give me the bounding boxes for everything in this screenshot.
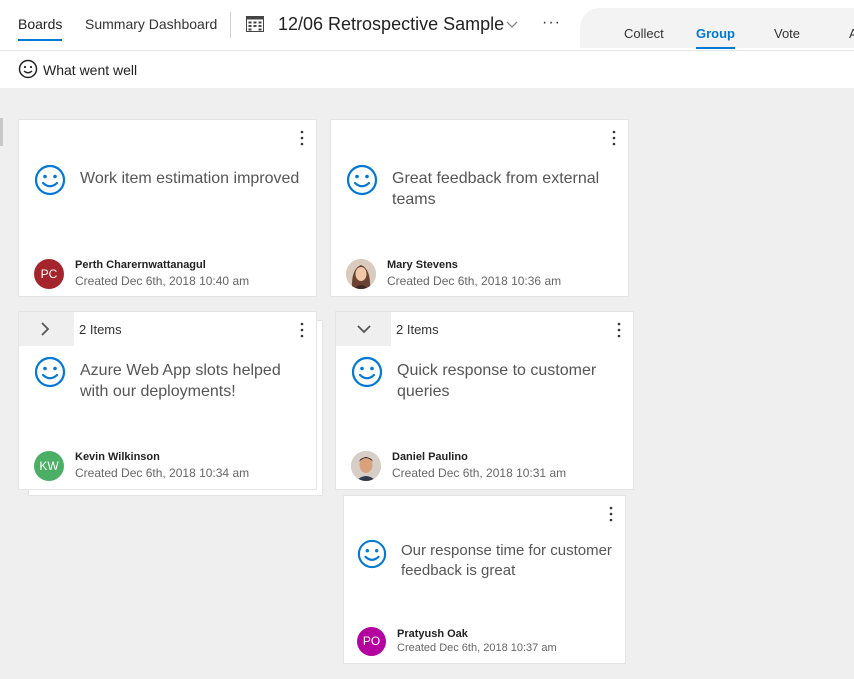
avatar: KW	[34, 451, 64, 481]
column-header: What went well	[0, 50, 854, 88]
smiley-icon	[351, 356, 383, 388]
created-date: Created Dec 6th, 2018 10:34 am	[75, 466, 250, 480]
phase-bar: Collect Group Vote A	[580, 8, 854, 49]
kebab-menu-icon[interactable]	[609, 506, 613, 522]
smiley-icon	[34, 356, 66, 388]
chevron-down-icon[interactable]	[506, 18, 518, 30]
author-name: Kevin Wilkinson	[75, 451, 160, 463]
board-selector-title[interactable]: 12/06 Retrospective Sample	[278, 14, 504, 35]
card-text[interactable]: Great feedback from external teams	[392, 168, 617, 210]
board-icon	[246, 16, 264, 32]
phase-group[interactable]: Group	[696, 26, 735, 49]
grouped-feedback-card[interactable]: 2 Items Quick response to customer queri…	[335, 311, 634, 490]
tab-summary-dashboard[interactable]: Summary Dashboard	[85, 16, 217, 32]
author-name: Pratyush Oak	[397, 628, 468, 640]
tab-boards[interactable]: Boards	[18, 16, 63, 41]
kebab-menu-icon[interactable]	[300, 322, 304, 338]
smiley-icon	[18, 59, 38, 79]
group-item-count: 2 Items	[79, 322, 122, 337]
card-text[interactable]: Quick response to customer queries	[397, 360, 622, 402]
chevron-right-icon	[41, 322, 50, 336]
avatar: PO	[357, 627, 386, 656]
feedback-card[interactable]: Work item estimation improved PC Perth C…	[18, 119, 317, 297]
created-date: Created Dec 6th, 2018 10:31 am	[392, 466, 567, 480]
smiley-icon	[357, 539, 387, 569]
phase-act-label: A	[849, 26, 854, 41]
chevron-down-icon	[357, 325, 371, 334]
active-tab-indicator	[18, 39, 63, 41]
grouped-feedback-card[interactable]: 2 Items Azure Web App slots helped with …	[18, 311, 317, 490]
created-date: Created Dec 6th, 2018 10:36 am	[387, 274, 562, 288]
feedback-card[interactable]: Our response time for customer feedback …	[343, 495, 626, 664]
phase-vote-label: Vote	[774, 26, 801, 41]
tab-boards-label: Boards	[18, 16, 63, 32]
user-photo-icon	[351, 451, 381, 481]
phase-vote[interactable]: Vote	[774, 26, 800, 41]
more-options-button[interactable]: ···	[542, 14, 561, 32]
avatar	[346, 259, 376, 289]
user-photo-icon	[346, 259, 376, 289]
kebab-menu-icon[interactable]	[612, 130, 616, 146]
created-date: Created Dec 6th, 2018 10:40 am	[75, 274, 250, 288]
avatar	[351, 451, 381, 481]
author-name: Mary Stevens	[387, 259, 458, 271]
kebab-menu-icon[interactable]	[617, 322, 621, 338]
collapse-group-button[interactable]	[336, 312, 391, 346]
phase-group-label: Group	[696, 26, 735, 41]
card-text[interactable]: Work item estimation improved	[80, 168, 310, 189]
avatar: PC	[34, 259, 64, 289]
created-date: Created Dec 6th, 2018 10:37 am	[397, 642, 557, 654]
feedback-card[interactable]: Great feedback from external teams Mary …	[330, 119, 629, 297]
card-text[interactable]: Our response time for customer feedback …	[401, 541, 623, 581]
group-header: 2 Items	[19, 312, 316, 346]
smiley-icon	[346, 164, 378, 196]
kebab-menu-icon[interactable]	[300, 130, 304, 146]
author-name: Perth Charernwattanagul	[75, 259, 206, 271]
scroll-edge[interactable]	[0, 118, 3, 146]
smiley-icon	[34, 164, 66, 196]
top-bar: Boards Summary Dashboard 12/06 Retrospec…	[0, 0, 854, 50]
group-item-count: 2 Items	[396, 322, 439, 337]
divider	[230, 12, 231, 38]
phase-collect[interactable]: Collect	[624, 26, 664, 41]
phase-act[interactable]: A	[849, 26, 854, 41]
card-text[interactable]: Azure Web App slots helped with our depl…	[80, 360, 305, 402]
phase-collect-label: Collect	[624, 26, 664, 41]
group-header: 2 Items	[336, 312, 633, 346]
author-name: Daniel Paulino	[392, 451, 468, 463]
expand-group-button[interactable]	[19, 312, 74, 346]
tab-summary-label: Summary Dashboard	[85, 16, 218, 32]
active-phase-indicator	[696, 47, 735, 49]
column-title: What went well	[43, 62, 138, 78]
